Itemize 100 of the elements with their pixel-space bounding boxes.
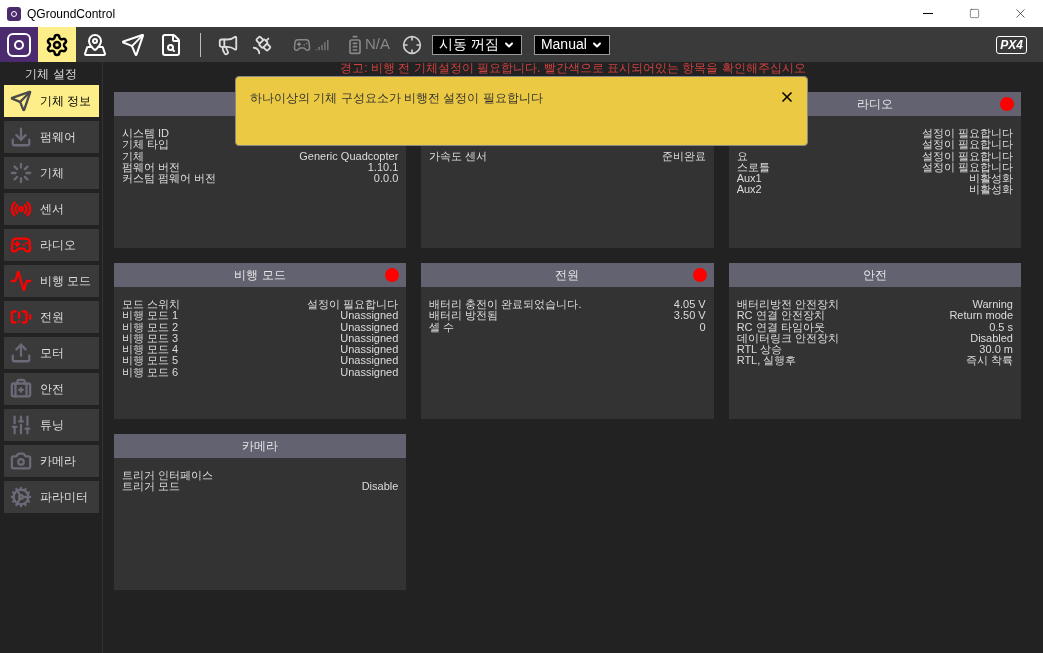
sidebar-item[interactable]: 비행 모드	[3, 265, 99, 297]
row-value: Unassigned	[340, 321, 399, 333]
row-label: 비행 모드 2	[122, 321, 179, 333]
row-label: 트리거 인터페이스	[122, 470, 214, 482]
logo-icon	[7, 32, 31, 57]
row-label: RTL, 실행후	[736, 355, 797, 367]
row-label: 스로틀	[736, 161, 770, 174]
map-pin-icon	[83, 32, 107, 57]
row-value: Return mode	[949, 310, 1013, 322]
sidebar-item[interactable]: 라디오	[3, 229, 99, 261]
broadcast-icon	[9, 198, 32, 220]
sidebar-item[interactable]: 파라미터	[3, 481, 99, 513]
notification-message: 하나이상의 기체 구성요소가 비행전 설정이 필요합니다	[250, 90, 543, 107]
row-label: 기체	[122, 150, 144, 162]
arm-dropdown[interactable]: 시동 꺼짐	[432, 34, 522, 55]
maximize-icon	[968, 8, 980, 19]
row-value: 4.05 V	[673, 299, 706, 311]
row-value: 0	[699, 321, 706, 333]
row-value: Warning	[972, 299, 1013, 311]
sliders-icon	[9, 414, 32, 436]
row-value: Unassigned	[340, 332, 399, 345]
megaphone-icon[interactable]	[217, 33, 239, 56]
sidebar-item[interactable]: 모터	[3, 337, 99, 369]
warning-text: 경고: 비행 전 기체설정이 필요합니다. 빨간색으로 표시되어있는 항목을 확인해주십시오	[340, 62, 806, 75]
row-value: 설정이 필요합니다	[921, 150, 1013, 162]
row-value: 비활성화	[969, 184, 1013, 196]
row-label: 비행 모드 1	[122, 310, 179, 322]
sidebar-title: 기체 설정	[25, 67, 77, 81]
sidebar-item[interactable]: 카메라	[3, 445, 99, 477]
row-label: RTL 상승	[736, 344, 782, 356]
row-label: 트리거 모드	[122, 481, 181, 493]
row-value: 즉시 착륙	[965, 355, 1013, 367]
card-title: 라디오	[856, 96, 893, 113]
close-icon	[779, 89, 795, 105]
row-value: 0.5 s	[989, 321, 1013, 333]
row-value: 설정이 필요합니다	[921, 139, 1013, 151]
crosshair-icon[interactable]	[402, 34, 422, 55]
toolbar-button[interactable]	[38, 27, 76, 62]
row-label: 비행 모드 5	[122, 355, 179, 367]
sidebar-item[interactable]: 펌웨어	[3, 121, 99, 153]
sidebar-item[interactable]: 안전	[3, 373, 99, 405]
sidebar-item[interactable]: 센서	[3, 193, 99, 225]
controller-icon	[9, 234, 32, 256]
camera-icon	[9, 450, 32, 472]
row-label: 펌웨어 버전	[122, 161, 181, 173]
row-label: 커스텀 펌웨어 버전	[122, 173, 217, 185]
row-label: 비행 모드 3	[122, 332, 179, 344]
brand-logo: PX4	[996, 35, 1027, 54]
close-button[interactable]	[779, 89, 795, 105]
row-value: Unassigned	[340, 310, 399, 322]
row-value: 1.10.1	[367, 161, 399, 174]
row-value: Disable	[361, 481, 399, 493]
medical-kit-icon	[9, 378, 32, 400]
row-value: Generic Quadcopter	[299, 150, 399, 162]
row-label: 셀 수	[429, 321, 455, 333]
row-value: 0.0.0	[373, 173, 399, 185]
upload-icon	[9, 342, 32, 364]
row-label: 비행 모드 4	[122, 344, 179, 356]
mode-dropdown[interactable]: Manual	[533, 34, 610, 55]
sidebar-item[interactable]: 전원	[3, 301, 99, 333]
sidebar-item[interactable]: 튜닝	[3, 409, 99, 441]
document-search-icon	[159, 32, 183, 57]
row-value: Unassigned	[340, 366, 399, 379]
row-label: 데이터링크 안전장치	[736, 332, 839, 345]
wave-icon	[9, 270, 32, 292]
row-value: Unassigned	[340, 344, 399, 356]
row-value: 3.50 V	[673, 310, 706, 322]
signal-icon	[315, 37, 329, 52]
minimize-icon	[923, 13, 933, 14]
sidebar-item[interactable]: 기체 정보	[3, 85, 99, 117]
row-label: 가속도 센서	[429, 150, 488, 162]
paper-plane-icon	[9, 90, 32, 112]
row-label: 모드 스위치	[122, 299, 181, 311]
card-title: 카메라	[242, 438, 279, 455]
row-value: 설정이 필요합니다	[921, 128, 1013, 140]
row-value: Disabled	[970, 332, 1013, 345]
row-label: 시스템 ID	[122, 128, 170, 140]
download-icon	[9, 126, 32, 148]
row-label: Aux2	[736, 184, 762, 196]
paper-plane-icon	[121, 32, 145, 57]
row-value: 설정이 필요합니다	[921, 161, 1013, 174]
battery-reading: N/A	[365, 34, 390, 55]
row-label: Aux1	[736, 173, 762, 185]
row-label: 배터리방전 안전장치	[736, 299, 839, 311]
row-label: 요	[736, 150, 748, 162]
card-title: 비행 모드	[234, 267, 286, 284]
row-label: 배터리 방전됨	[429, 310, 499, 322]
row-label: RC 연결 타임아웃	[736, 321, 825, 333]
window-title: QGroundControl	[27, 5, 116, 23]
satellite-icon[interactable]	[251, 33, 273, 56]
card-title: 안전	[862, 267, 887, 284]
row-value: 준비완료	[661, 150, 706, 162]
row-label: 기체 타입	[122, 139, 170, 151]
row-value: 설정이 필요합니다	[307, 299, 399, 311]
row-label: 비행 모드 6	[122, 366, 179, 379]
toolbar-button[interactable]	[0, 27, 38, 62]
sidebar-item[interactable]: 기체	[3, 157, 99, 189]
row-value: Unassigned	[340, 355, 399, 367]
card-title: 전원	[555, 267, 580, 284]
row-label: 배터리 충전이 완료되었습니다.	[429, 299, 582, 311]
